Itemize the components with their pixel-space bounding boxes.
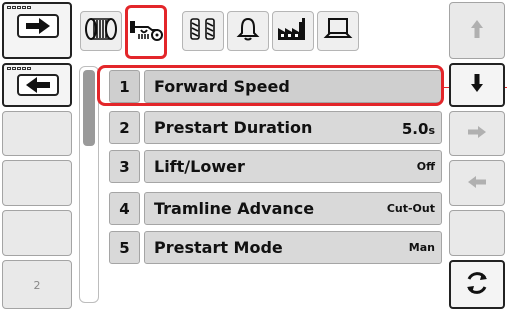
item-value: 5.0s bbox=[402, 120, 435, 138]
page-indicator-dots bbox=[7, 67, 31, 70]
terminal-screen: 2 1 Forward Speed 2 Prestart Duration 5.… bbox=[0, 0, 507, 311]
factory-icon bbox=[276, 16, 310, 46]
right-soft-key-5[interactable] bbox=[449, 210, 505, 256]
item-number: 5 bbox=[109, 231, 140, 264]
laptop-icon bbox=[323, 16, 353, 46]
tramline-icon bbox=[188, 16, 218, 46]
tab-factory[interactable] bbox=[272, 11, 314, 51]
left-soft-key-3[interactable] bbox=[2, 111, 72, 156]
seed-drill-icon bbox=[128, 17, 164, 47]
arrow-left-icon bbox=[467, 174, 487, 193]
item-value-number: 5.0 bbox=[401, 120, 429, 138]
list-item-prestart-mode[interactable]: 5 Prestart Mode Man bbox=[109, 231, 442, 264]
item-number: 4 bbox=[109, 192, 140, 225]
item-label: Tramline Advance bbox=[154, 199, 315, 218]
tab-terminal[interactable] bbox=[317, 11, 359, 51]
previous-page-button[interactable] bbox=[2, 63, 72, 107]
scroll-down-button[interactable] bbox=[449, 63, 505, 107]
left-soft-key-5[interactable] bbox=[2, 210, 72, 256]
page-number: 2 bbox=[33, 279, 41, 292]
item-label: Prestart Mode bbox=[154, 238, 283, 257]
list-item-lift-lower[interactable]: 3 Lift/Lower Off bbox=[109, 150, 442, 183]
item-label: Lift/Lower bbox=[154, 157, 245, 176]
back-button[interactable] bbox=[449, 160, 505, 206]
tab-bar bbox=[78, 3, 448, 63]
bell-icon bbox=[236, 16, 260, 46]
list-item-tramline-advance[interactable]: 4 Tramline Advance Cut-Out bbox=[109, 192, 442, 225]
implement-icon bbox=[84, 16, 118, 46]
enter-button[interactable] bbox=[449, 111, 505, 156]
item-number: 3 bbox=[109, 150, 140, 183]
arrow-left-icon bbox=[17, 74, 59, 96]
arrow-up-icon bbox=[470, 19, 484, 43]
item-value: Off bbox=[416, 160, 435, 173]
tab-implement[interactable] bbox=[80, 11, 122, 51]
scrollbar-thumb[interactable] bbox=[83, 70, 95, 146]
item-body: Tramline Advance Cut-Out bbox=[144, 192, 442, 225]
item-body: Prestart Mode Man bbox=[144, 231, 442, 264]
item-value: Man bbox=[408, 241, 435, 254]
page-indicator-dots bbox=[7, 6, 31, 9]
refresh-icon bbox=[463, 269, 491, 301]
arrow-right-icon bbox=[17, 14, 59, 38]
item-body: Prestart Duration 5.0s bbox=[144, 111, 442, 144]
list-item-prestart-duration[interactable]: 2 Prestart Duration 5.0s bbox=[109, 111, 442, 144]
item-value: Cut-Out bbox=[386, 202, 435, 215]
arrow-down-icon bbox=[470, 73, 484, 97]
item-number: 2 bbox=[109, 111, 140, 144]
left-soft-key-6[interactable]: 2 bbox=[2, 260, 72, 309]
tab-alarms[interactable] bbox=[227, 11, 269, 51]
refresh-button[interactable] bbox=[449, 260, 505, 309]
item-label: Prestart Duration bbox=[154, 118, 313, 137]
left-soft-key-4[interactable] bbox=[2, 160, 72, 206]
tab-tramlines[interactable] bbox=[182, 11, 224, 51]
selection-highlight bbox=[97, 65, 444, 106]
arrow-right-icon bbox=[467, 124, 487, 143]
item-body: Lift/Lower Off bbox=[144, 150, 442, 183]
tab-seed-drill[interactable] bbox=[125, 5, 167, 59]
item-value-unit: s bbox=[428, 124, 435, 137]
next-page-button[interactable] bbox=[2, 2, 72, 59]
list-scrollbar[interactable] bbox=[79, 66, 99, 303]
scroll-up-button[interactable] bbox=[449, 2, 505, 59]
